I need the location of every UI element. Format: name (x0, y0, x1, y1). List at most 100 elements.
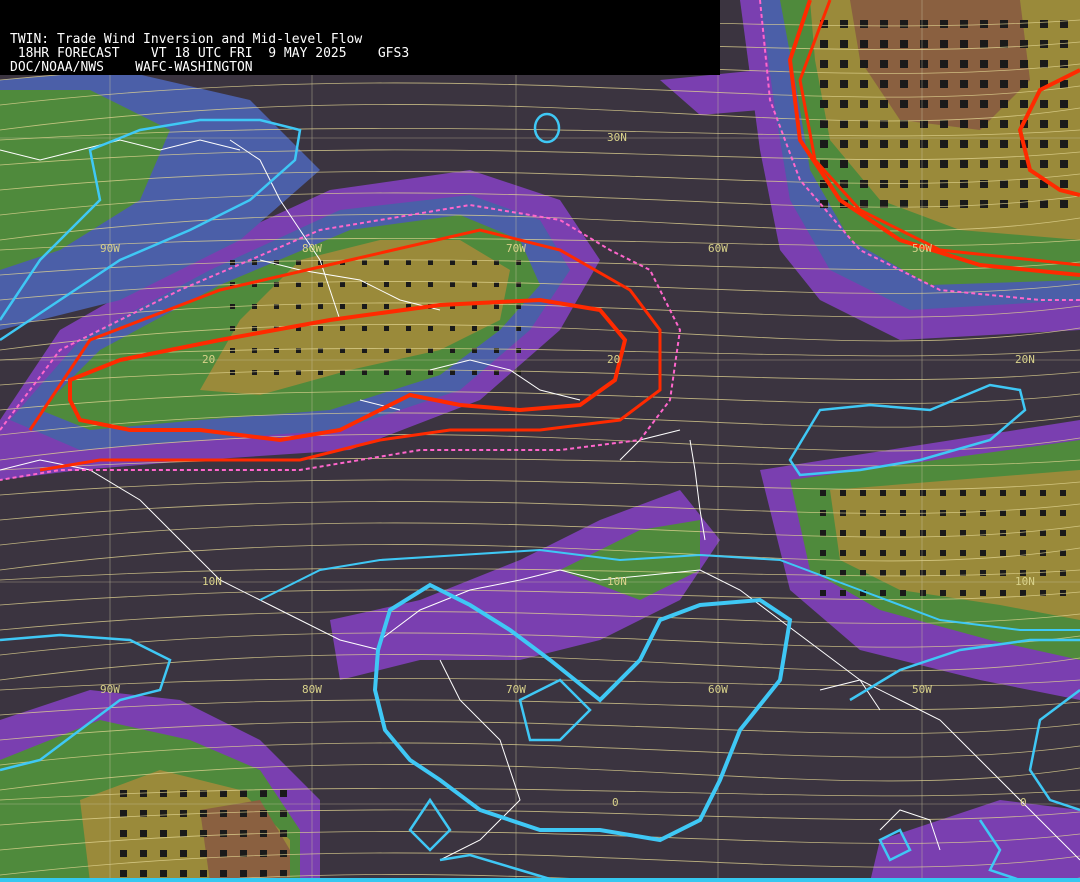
stipple-dot (1040, 200, 1048, 208)
map-header: TWIN: Trade Wind Inversion and Mid-level… (0, 0, 720, 75)
stipple-dot (1060, 140, 1068, 148)
stipple-dot (180, 850, 187, 857)
stipple-dot (980, 120, 988, 128)
stipple-dot (960, 120, 968, 128)
label-90w-bot: 90W (100, 683, 120, 696)
stipple-dot (180, 810, 187, 817)
stipple-dot (960, 200, 968, 208)
stipple-dot (252, 260, 257, 265)
stipple-dot (1000, 60, 1008, 68)
stipple-dot (252, 348, 257, 353)
stipple-dot (860, 20, 868, 28)
stipple-dot (274, 348, 279, 353)
stipple-dot (220, 830, 227, 837)
stipple-dot (900, 160, 908, 168)
stipple-dot (920, 590, 926, 596)
stipple-dot (160, 850, 167, 857)
stipple-dot (920, 490, 926, 496)
stipple-dot (362, 326, 367, 331)
stipple-dot (318, 282, 323, 287)
stipple-dot (940, 120, 948, 128)
stipple-dot (940, 100, 948, 108)
stipple-dot (450, 260, 455, 265)
stipple-dot (450, 326, 455, 331)
stipple-dot (472, 282, 477, 287)
stipple-dot (980, 60, 988, 68)
stipple-dot (260, 850, 267, 857)
stipple-dot (318, 304, 323, 309)
stipple-dot (200, 870, 207, 877)
stipple-dot (960, 160, 968, 168)
stipple-dot (860, 530, 866, 536)
stipple-dot (920, 550, 926, 556)
stipple-dot (1000, 590, 1006, 596)
stipple-dot (1040, 160, 1048, 168)
stipple-dot (960, 60, 968, 68)
stipple-dot (900, 140, 908, 148)
label-20n-right: 20N (1015, 353, 1035, 366)
stipple-dot (1060, 200, 1068, 208)
stipple-dot (428, 282, 433, 287)
stipple-dot (960, 80, 968, 88)
stipple-dot (820, 100, 828, 108)
stipple-dot (900, 60, 908, 68)
stipple-dot (1000, 490, 1006, 496)
stipple-dot (880, 60, 888, 68)
stipple-dot (900, 40, 908, 48)
stipple-dot (920, 40, 928, 48)
stipple-dot (860, 180, 868, 188)
stipple-dot (274, 370, 279, 375)
header-title: TWIN: Trade Wind Inversion and Mid-level… (10, 32, 363, 47)
stipple-dot (160, 810, 167, 817)
stipple-dot (260, 810, 267, 817)
stipple-dot (1000, 80, 1008, 88)
stipple-dot (252, 304, 257, 309)
stipple-dot (840, 120, 848, 128)
stipple-dot (240, 810, 247, 817)
stipple-dot (406, 260, 411, 265)
stipple-dot (280, 850, 287, 857)
stipple-dot (260, 870, 267, 877)
stipple-dot (1000, 140, 1008, 148)
stipple-dot (820, 530, 826, 536)
stipple-dot (428, 370, 433, 375)
stipple-dot (362, 304, 367, 309)
stipple-dot (920, 570, 926, 576)
stipple-dot (160, 870, 167, 877)
stipple-dot (820, 120, 828, 128)
stipple-dot (120, 850, 127, 857)
stipple-dot (1020, 530, 1026, 536)
stipple-dot (940, 590, 946, 596)
stipple-dot (900, 570, 906, 576)
stipple-dot (384, 370, 389, 375)
stipple-dot (940, 80, 948, 88)
stipple-dot (120, 830, 127, 837)
label-50w-bot: 50W (912, 683, 932, 696)
stipple-dot (160, 790, 167, 797)
label-60w-bot: 60W (708, 683, 728, 696)
stipple-dot (840, 80, 848, 88)
label-10n-mid: 10N (607, 575, 627, 588)
stipple-dot (900, 20, 908, 28)
stipple-dot (880, 490, 886, 496)
stipple-dot (1000, 160, 1008, 168)
stipple-dot (880, 160, 888, 168)
stipple-dot (1020, 100, 1028, 108)
stipple-dot (820, 40, 828, 48)
stipple-dot (900, 100, 908, 108)
stipple-dot (940, 180, 948, 188)
stipple-dot (1060, 180, 1068, 188)
stipple-dot (960, 510, 966, 516)
stipple-dot (980, 160, 988, 168)
label-80w-bot: 80W (302, 683, 322, 696)
stipple-dot (860, 570, 866, 576)
stipple-dot (880, 550, 886, 556)
stipple-dot (428, 326, 433, 331)
stipple-dot (240, 790, 247, 797)
stipple-dot (1040, 40, 1048, 48)
stipple-dot (980, 590, 986, 596)
stipple-dot (1040, 60, 1048, 68)
stipple-dot (840, 590, 846, 596)
stipple-dot (406, 370, 411, 375)
stipple-dot (880, 40, 888, 48)
